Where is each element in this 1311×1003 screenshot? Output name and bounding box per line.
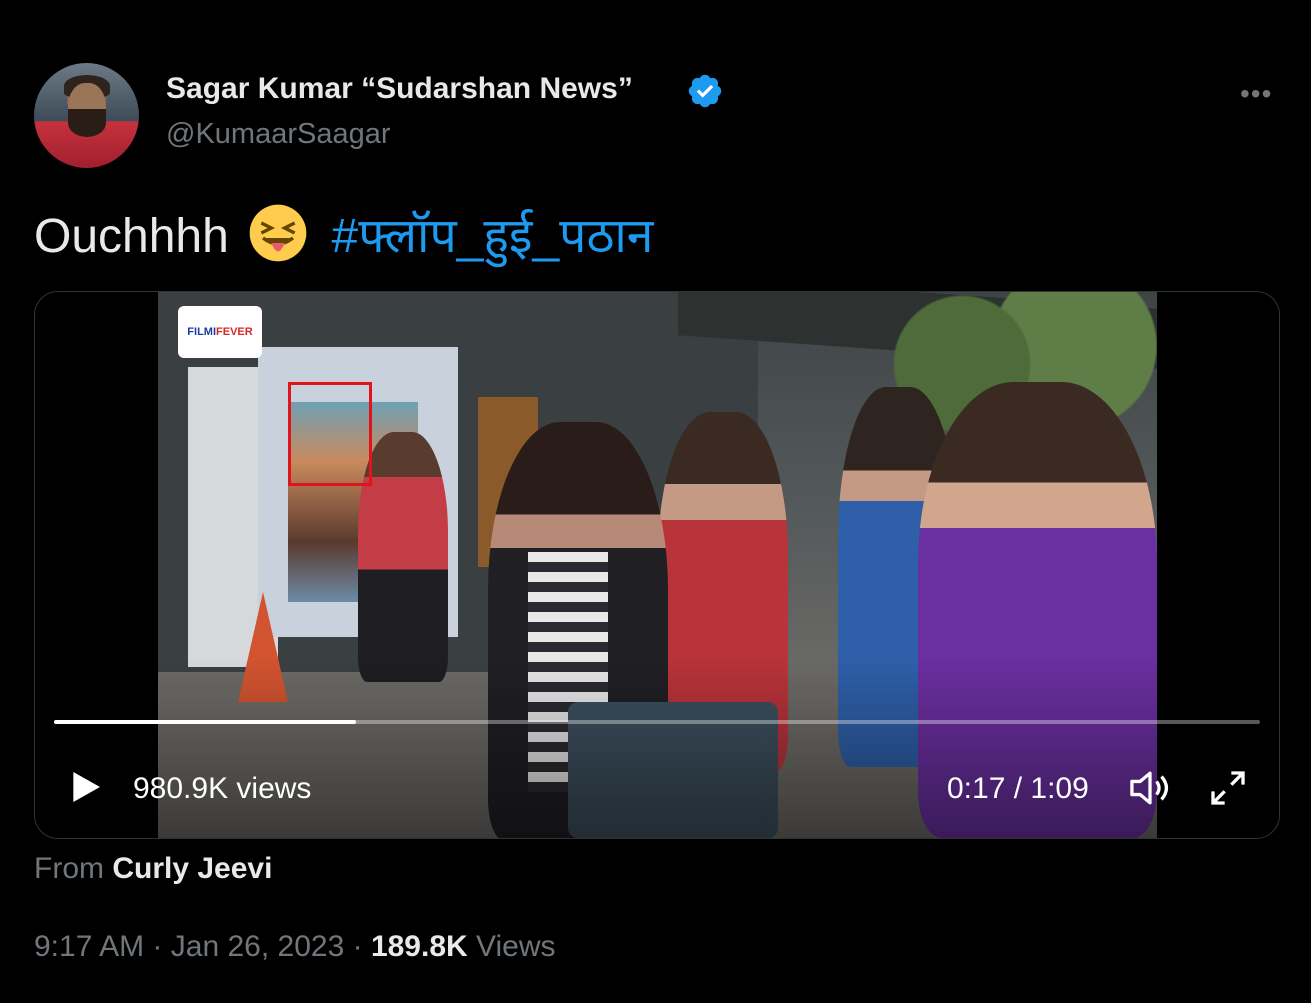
verified-badge-icon: [688, 74, 722, 108]
avatar-beard: [68, 109, 106, 137]
volume-muted-icon[interactable]: [1127, 768, 1173, 808]
fullscreen-icon[interactable]: [1207, 768, 1249, 808]
tweet-text: Ouchhhh #फ्लॉप_हुई_पठान: [34, 202, 653, 269]
video-source: From Curly Jeevi: [34, 852, 272, 886]
video-view-count: 980.9K views: [133, 772, 312, 805]
video-source-name[interactable]: Curly Jeevi: [112, 852, 272, 885]
logo-text-2: FEVER: [216, 326, 253, 338]
author-name[interactable]: Sagar Kumar “Sudarshan News”: [166, 72, 633, 106]
tweet-meta: 9:17 AM · Jan 26, 2023 · 189.8K Views: [34, 930, 556, 964]
video-player[interactable]: FILMIFEVER 980.9K views 0:17 / 1:09: [34, 291, 1280, 839]
more-horizontal-icon[interactable]: •••: [1240, 78, 1272, 110]
tweet-view-count: 189.8K: [370, 930, 468, 963]
meta-separator: ·: [352, 930, 363, 963]
logo-text-1: FILMI: [187, 326, 217, 338]
play-icon[interactable]: [65, 767, 105, 807]
video-source-prefix: From: [34, 852, 104, 885]
meta-separator: ·: [152, 930, 163, 963]
video-progress-fill: [54, 720, 356, 724]
video-controls-shade: [35, 658, 1279, 838]
tweet-date[interactable]: Jan 26, 2023: [171, 930, 344, 963]
author-handle[interactable]: @KumaarSaagar: [166, 118, 391, 151]
video-progress-bar[interactable]: [54, 720, 1260, 724]
tweet-time[interactable]: 9:17 AM: [34, 930, 144, 963]
tweet-text-body: Ouchhhh: [34, 210, 229, 263]
hashtag-link[interactable]: #फ्लॉप_हुई_पठान: [332, 210, 654, 263]
video-time: 0:17 / 1:09: [947, 772, 1089, 805]
tweet-views-label: Views: [476, 930, 556, 963]
filmi-fever-logo: FILMIFEVER: [178, 306, 262, 358]
author-avatar[interactable]: [34, 63, 139, 168]
squinting-tongue-emoji-icon: [249, 204, 307, 262]
red-highlight-box: [288, 382, 372, 486]
